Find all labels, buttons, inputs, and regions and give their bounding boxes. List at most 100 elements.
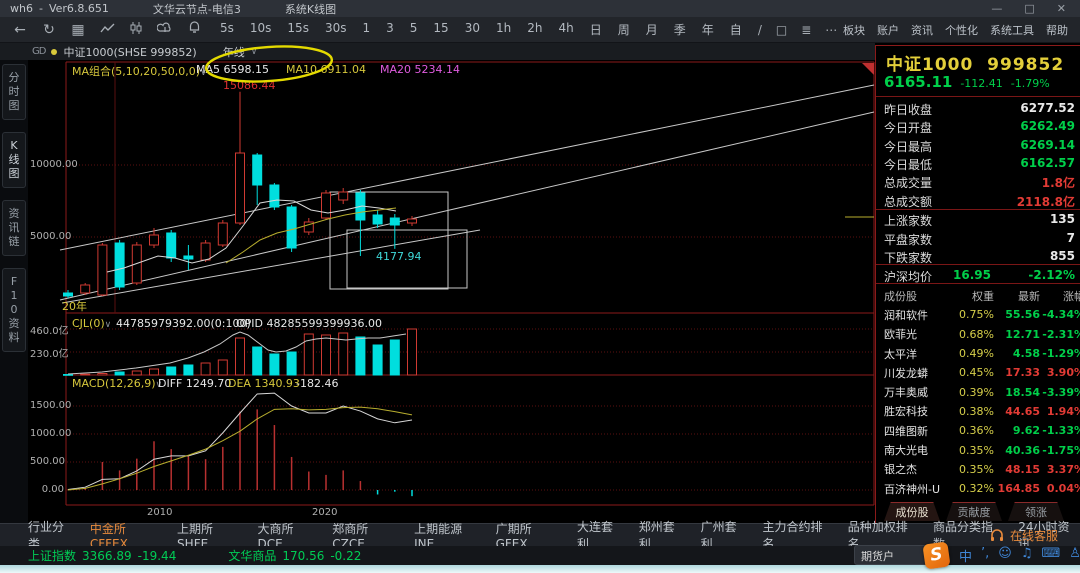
bell-icon[interactable] — [186, 21, 202, 38]
period-button-5[interactable]: 5 — [410, 21, 418, 38]
constituent-row-川发龙蟒[interactable]: 川发龙蟒 0.45% 17.33 3.90% — [876, 363, 1080, 382]
candle-body-2005 — [63, 292, 73, 297]
stock-price: 17.33 — [1005, 366, 1040, 380]
constituent-row-南大光电[interactable]: 南大光电 0.35% 40.36-1.75% — [876, 440, 1080, 459]
sidebar-tab-分时图[interactable]: 分时图 — [2, 64, 26, 120]
stock-price: 12.71 — [1005, 327, 1040, 341]
app-name: wh6 — [10, 2, 33, 15]
sidebar-tab-资讯链[interactable]: 资讯链 — [2, 200, 26, 256]
constituent-row-四维图新[interactable]: 四维图新 0.36% 9.62-1.33% — [876, 421, 1080, 440]
last-price: 6165.11 — [884, 73, 953, 91]
minimize-button[interactable]: — — [991, 2, 1002, 15]
menu-帮助[interactable]: 帮助 — [1046, 22, 1068, 38]
menu-账户[interactable]: 账户 — [877, 22, 899, 38]
chevron-down-icon[interactable]: ∨ — [251, 47, 258, 57]
breadth-row-label: 下跌家数 — [884, 251, 933, 265]
ime-text-box[interactable]: 期货户 — [854, 545, 932, 565]
quote-row: 今日最低 6162.57 — [876, 156, 1080, 172]
ime-icon-1[interactable]: ’, — [981, 546, 989, 565]
period-button-15[interactable]: 15 — [433, 21, 448, 38]
constituent-row-胜宏科技[interactable]: 胜宏科技 0.38% 44.65 1.94% — [876, 402, 1080, 421]
breadth-row-label: 平盘家数 — [884, 232, 933, 247]
stock-name: 欧菲光 — [884, 328, 917, 342]
period-button-30[interactable]: 30 — [465, 21, 480, 38]
macd-settings-label[interactable]: MACD(12,26,9)∨ — [72, 377, 162, 390]
back-icon[interactable]: ← — [12, 22, 28, 38]
draw-tool-2[interactable]: ≣ — [801, 23, 811, 37]
sidebar-tab-F10资料[interactable]: F10资料 — [2, 268, 26, 352]
quote-row-label: 总成交额 — [884, 194, 933, 209]
period-button-日[interactable]: 日 — [590, 21, 602, 38]
menu-板块[interactable]: 板块 — [843, 22, 865, 38]
menu-系统工具[interactable]: 系统工具 — [990, 22, 1034, 38]
constituent-row-欧菲光[interactable]: 欧菲光 0.68% 12.71-2.31% — [876, 325, 1080, 344]
menu-个性化[interactable]: 个性化 — [945, 22, 978, 38]
stock-weight: 0.45% — [959, 366, 994, 380]
candlestick-icon[interactable] — [128, 21, 144, 38]
y-label-vol-460.0亿: 460.0亿 — [30, 326, 69, 337]
constituent-row-百济神州-U[interactable]: 百济神州-U 0.32%164.85 0.04% — [876, 479, 1080, 498]
ime-icon-0[interactable]: 中 — [959, 546, 972, 565]
chart-area[interactable]: MA组合(5,10,20,50,0,0)∨ MA5 6598.15 MA10 6… — [28, 60, 875, 523]
ime-icon-4[interactable]: ⌨ — [1042, 546, 1061, 565]
period-selector[interactable]: 年线 — [223, 44, 245, 60]
constituent-row-太平洋[interactable]: 太平洋 0.49% 4.58-1.29% — [876, 344, 1080, 363]
ime-icons: 中’,☺♫⌨♙⊞ — [959, 546, 1080, 565]
candle-body-2018 — [286, 206, 297, 249]
period-button-1h[interactable]: 1h — [496, 21, 511, 38]
period-button-季[interactable]: 季 — [674, 21, 686, 38]
ime-icon-5[interactable]: ♙ — [1069, 546, 1080, 565]
ime-icon-3[interactable]: ♫ — [1021, 546, 1033, 565]
breadth-row-value: 7 — [1066, 230, 1075, 245]
avg-price-value: 16.95 — [953, 268, 991, 282]
volume-bar-2014 — [217, 359, 228, 376]
sse-index-label[interactable]: 上证指数 — [28, 547, 76, 564]
wenhua-commodity-label[interactable]: 文华商品 — [228, 547, 276, 564]
quote-row-value: 2118.8亿 — [1016, 194, 1075, 209]
kline-svg[interactable] — [28, 60, 875, 523]
period-button-1[interactable]: 1 — [362, 21, 370, 38]
ma-settings-label[interactable]: MA组合(5,10,20,50,0,0)∨ — [72, 63, 207, 79]
link-icon[interactable]: GD — [32, 46, 46, 57]
draw-tool-1[interactable]: □ — [776, 23, 787, 37]
close-button[interactable]: ✕ — [1057, 2, 1066, 15]
draw-tool-3[interactable]: ⋯ — [825, 23, 837, 37]
sidebar-tab-K线图[interactable]: K线图 — [2, 132, 26, 188]
period-button-年[interactable]: 年 — [702, 21, 714, 38]
period-button-周[interactable]: 周 — [618, 21, 630, 38]
period-button-3[interactable]: 3 — [386, 21, 394, 38]
trendline-2[interactable] — [61, 229, 481, 304]
trendline-0[interactable] — [59, 84, 875, 251]
constituent-row-银之杰[interactable]: 银之杰 0.35% 48.15 3.37% — [876, 460, 1080, 479]
period-button-2h[interactable]: 2h — [527, 21, 542, 38]
refresh-icon[interactable]: ↻ — [41, 22, 57, 38]
period-button-4h[interactable]: 4h — [558, 21, 573, 38]
line-chart-icon[interactable] — [99, 22, 115, 38]
volume-bar-2024 — [389, 339, 400, 376]
cjl-settings-label[interactable]: CJL(0)∨ — [72, 317, 111, 330]
quote-board-icon[interactable]: ▦ — [70, 22, 86, 38]
drawn-rect-0[interactable] — [329, 191, 449, 290]
period-button-10s[interactable]: 10s — [250, 21, 272, 38]
period-button-5s[interactable]: 5s — [220, 21, 234, 38]
draw-tool-0[interactable]: / — [758, 23, 762, 37]
diff-value: DIFF 1249.70 — [158, 377, 232, 390]
menu-资讯[interactable]: 资讯 — [911, 22, 933, 38]
period-button-15s[interactable]: 15s — [287, 21, 309, 38]
quote-row: 总成交额 2118.8亿 — [876, 193, 1080, 209]
period-button-30s[interactable]: 30s — [325, 21, 347, 38]
constituent-row-润和软件[interactable]: 润和软件 0.75% 55.56-4.34% — [876, 305, 1080, 324]
sogou-logo-icon[interactable]: S — [922, 540, 951, 570]
constituents-header: 成份股 权重 最新 涨幅 — [876, 286, 1080, 305]
cloud-icon[interactable] — [156, 22, 173, 38]
ime-icon-2[interactable]: ☺ — [998, 546, 1012, 565]
period-button-月[interactable]: 月 — [646, 21, 658, 38]
volume-bar-2018 — [286, 351, 297, 376]
maximize-button[interactable]: □ — [1024, 2, 1034, 15]
quote-row-value: 6162.57 — [1020, 155, 1075, 170]
stock-weight: 0.38% — [959, 404, 994, 418]
constituent-row-万丰奥威[interactable]: 万丰奥威 0.39% 18.54-3.39% — [876, 382, 1080, 401]
period-button-自[interactable]: 自 — [730, 21, 742, 38]
contract-tab-label[interactable]: 中证1000(SHSE 999852) — [63, 44, 196, 60]
avg-price-row: 沪深均价 16.95 -2.12% — [876, 268, 1080, 284]
